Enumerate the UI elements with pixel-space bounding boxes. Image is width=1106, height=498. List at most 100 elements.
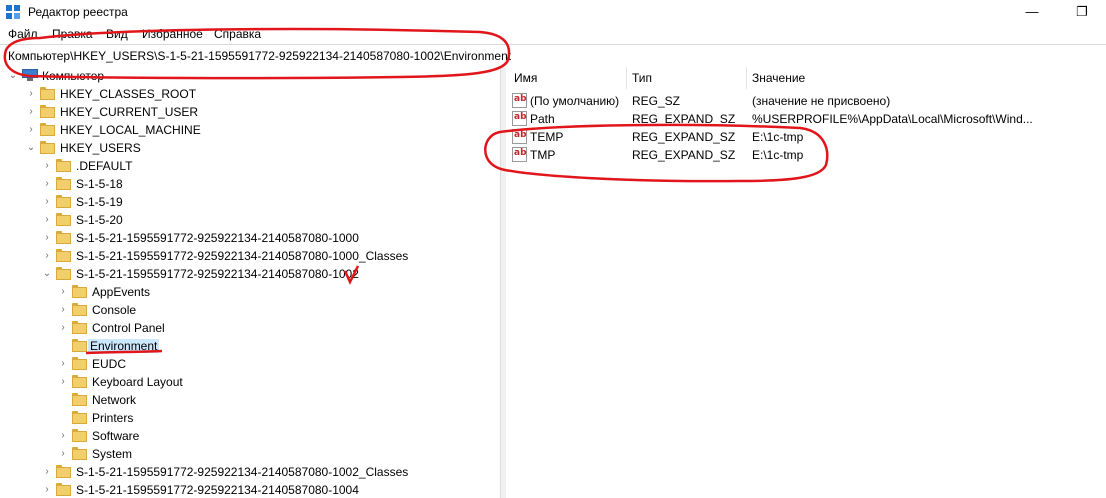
- expand-arrow-icon[interactable]: ›: [42, 178, 52, 190]
- minimize-button[interactable]: —: [1010, 2, 1054, 22]
- expand-arrow-icon[interactable]: ›: [42, 214, 52, 226]
- value-type: REG_EXPAND_SZ: [632, 112, 736, 126]
- column-header-type[interactable]: Тип: [632, 71, 652, 85]
- tree-pane[interactable]: ⌄ Компьютер › HKEY_CLASSES_ROOT › HKEY_C…: [0, 67, 500, 498]
- tree-node-environment[interactable]: Environment: [0, 337, 500, 355]
- expand-arrow-icon[interactable]: ›: [42, 466, 52, 478]
- value-row[interactable]: ab Path REG_EXPAND_SZ %USERPROFILE%\AppD…: [506, 110, 1106, 128]
- expand-arrow-icon[interactable]: ›: [58, 448, 68, 460]
- folder-icon: [72, 375, 87, 388]
- menu-bar: Файл Правка Вид Избранное Справка: [0, 24, 1106, 44]
- tree-node-user-default[interactable]: › .DEFAULT: [0, 157, 500, 175]
- value-type: REG_EXPAND_SZ: [632, 130, 736, 144]
- value-name: (По умолчанию): [530, 94, 620, 108]
- expand-arrow-icon[interactable]: ›: [58, 304, 68, 316]
- value-row[interactable]: ab (По умолчанию) REG_SZ (значение не пр…: [506, 92, 1106, 110]
- tree-node-label: Printers: [92, 411, 134, 425]
- menu-view[interactable]: Вид: [106, 27, 128, 41]
- tree-node-printers[interactable]: Printers: [0, 409, 500, 427]
- expand-arrow-icon[interactable]: ›: [42, 484, 52, 496]
- folder-icon: [56, 213, 71, 226]
- folder-icon: [72, 393, 87, 406]
- tree-node-software[interactable]: › Software: [0, 427, 500, 445]
- collapse-arrow-icon[interactable]: ⌄: [8, 70, 18, 82]
- expand-arrow-icon[interactable]: ›: [42, 232, 52, 244]
- tree-node-hkey-users[interactable]: ⌄ HKEY_USERS: [0, 139, 500, 157]
- tree-node-eudc[interactable]: › EUDC: [0, 355, 500, 373]
- value-name: TMP: [530, 148, 556, 162]
- expand-arrow-icon[interactable]: ›: [42, 196, 52, 208]
- expand-arrow-icon[interactable]: ›: [26, 88, 36, 100]
- folder-icon: [72, 339, 87, 352]
- folder-icon: [56, 483, 71, 496]
- tree-node-label: S-1-5-20: [76, 213, 123, 227]
- tree-node-user-1000-classes[interactable]: › S-1-5-21-1595591772-925922134-21405870…: [0, 247, 500, 265]
- value-data: %USERPROFILE%\AppData\Local\Microsoft\Wi…: [752, 112, 1033, 126]
- expand-arrow-icon[interactable]: ›: [26, 106, 36, 118]
- tree-node-label: AppEvents: [92, 285, 151, 299]
- expand-arrow-icon[interactable]: ›: [58, 322, 68, 334]
- tree-node-label: S-1-5-21-1595591772-925922134-2140587080…: [76, 231, 359, 245]
- tree-node-label: Console: [92, 303, 137, 317]
- tree-node-system[interactable]: › System: [0, 445, 500, 463]
- column-divider[interactable]: [746, 67, 747, 89]
- value-row[interactable]: ab TEMP REG_EXPAND_SZ E:\1c-tmp: [506, 128, 1106, 146]
- title-bar: Редактор реестра — ❐: [0, 0, 1106, 24]
- tree-node-console[interactable]: › Console: [0, 301, 500, 319]
- tree-node-label: S-1-5-18: [76, 177, 123, 191]
- folder-icon: [56, 465, 71, 478]
- tree-node-user-1000[interactable]: › S-1-5-21-1595591772-925922134-21405870…: [0, 229, 500, 247]
- tree-node-label: Компьютер: [42, 69, 105, 83]
- computer-icon: [22, 69, 38, 81]
- tree-node-keyboard-layout[interactable]: › Keyboard Layout: [0, 373, 500, 391]
- address-bar[interactable]: Компьютер\HKEY_USERS\S-1-5-21-1595591772…: [0, 44, 1106, 68]
- folder-open-icon: [56, 267, 71, 280]
- expand-arrow-icon[interactable]: ›: [26, 124, 36, 136]
- value-row[interactable]: ab TMP REG_EXPAND_SZ E:\1c-tmp: [506, 146, 1106, 164]
- folder-icon: [72, 303, 87, 316]
- collapse-arrow-icon[interactable]: ⌄: [26, 142, 36, 154]
- folder-icon: [56, 159, 71, 172]
- menu-favorites[interactable]: Избранное: [142, 27, 203, 41]
- tree-node-label: HKEY_CLASSES_ROOT: [60, 87, 197, 101]
- tree-node-user-s-1-5-19[interactable]: › S-1-5-19: [0, 193, 500, 211]
- folder-icon: [72, 321, 87, 334]
- tree-node-label: Control Panel: [92, 321, 165, 335]
- expand-arrow-icon[interactable]: ›: [58, 376, 68, 388]
- expand-arrow-icon[interactable]: ›: [42, 160, 52, 172]
- expand-arrow-icon[interactable]: ›: [42, 250, 52, 262]
- tree-node-user-1002-classes[interactable]: › S-1-5-21-1595591772-925922134-21405870…: [0, 463, 500, 481]
- collapse-arrow-icon[interactable]: ⌄: [42, 268, 52, 280]
- folder-icon: [56, 195, 71, 208]
- menu-edit[interactable]: Правка: [52, 27, 93, 41]
- tree-node-network[interactable]: Network: [0, 391, 500, 409]
- menu-help[interactable]: Справка: [214, 27, 261, 41]
- column-divider[interactable]: [626, 67, 627, 89]
- values-pane[interactable]: Имя Тип Значение ab (По умолчанию) REG_S…: [506, 67, 1106, 498]
- minimize-icon: —: [1025, 4, 1039, 19]
- tree-node-hkey-classes-root[interactable]: › HKEY_CLASSES_ROOT: [0, 85, 500, 103]
- column-header-data[interactable]: Значение: [752, 71, 805, 85]
- tree-node-computer[interactable]: ⌄ Компьютер: [0, 67, 500, 85]
- address-path[interactable]: Компьютер\HKEY_USERS\S-1-5-21-1595591772…: [8, 49, 511, 63]
- tree-node-label: .DEFAULT: [76, 159, 133, 173]
- expand-arrow-icon[interactable]: ›: [58, 430, 68, 442]
- tree-node-user-1004[interactable]: › S-1-5-21-1595591772-925922134-21405870…: [0, 481, 500, 498]
- restore-button[interactable]: ❐: [1060, 2, 1104, 22]
- tree-node-label: System: [92, 447, 133, 461]
- folder-icon: [56, 249, 71, 262]
- tree-node-hkey-local-machine[interactable]: › HKEY_LOCAL_MACHINE: [0, 121, 500, 139]
- menu-file[interactable]: Файл: [8, 27, 38, 41]
- folder-icon: [56, 231, 71, 244]
- expand-arrow-icon[interactable]: ›: [58, 358, 68, 370]
- tree-node-user-1002[interactable]: ⌄ S-1-5-21-1595591772-925922134-21405870…: [0, 265, 500, 283]
- expand-arrow-icon[interactable]: ›: [58, 286, 68, 298]
- tree-node-hkey-current-user[interactable]: › HKEY_CURRENT_USER: [0, 103, 500, 121]
- folder-icon: [72, 429, 87, 442]
- tree-node-user-s-1-5-20[interactable]: › S-1-5-20: [0, 211, 500, 229]
- column-header-name[interactable]: Имя: [514, 71, 537, 85]
- tree-node-user-s-1-5-18[interactable]: › S-1-5-18: [0, 175, 500, 193]
- tree-node-appevents[interactable]: › AppEvents: [0, 283, 500, 301]
- tree-node-control-panel[interactable]: › Control Panel: [0, 319, 500, 337]
- value-data: (значение не присвоено): [752, 94, 891, 108]
